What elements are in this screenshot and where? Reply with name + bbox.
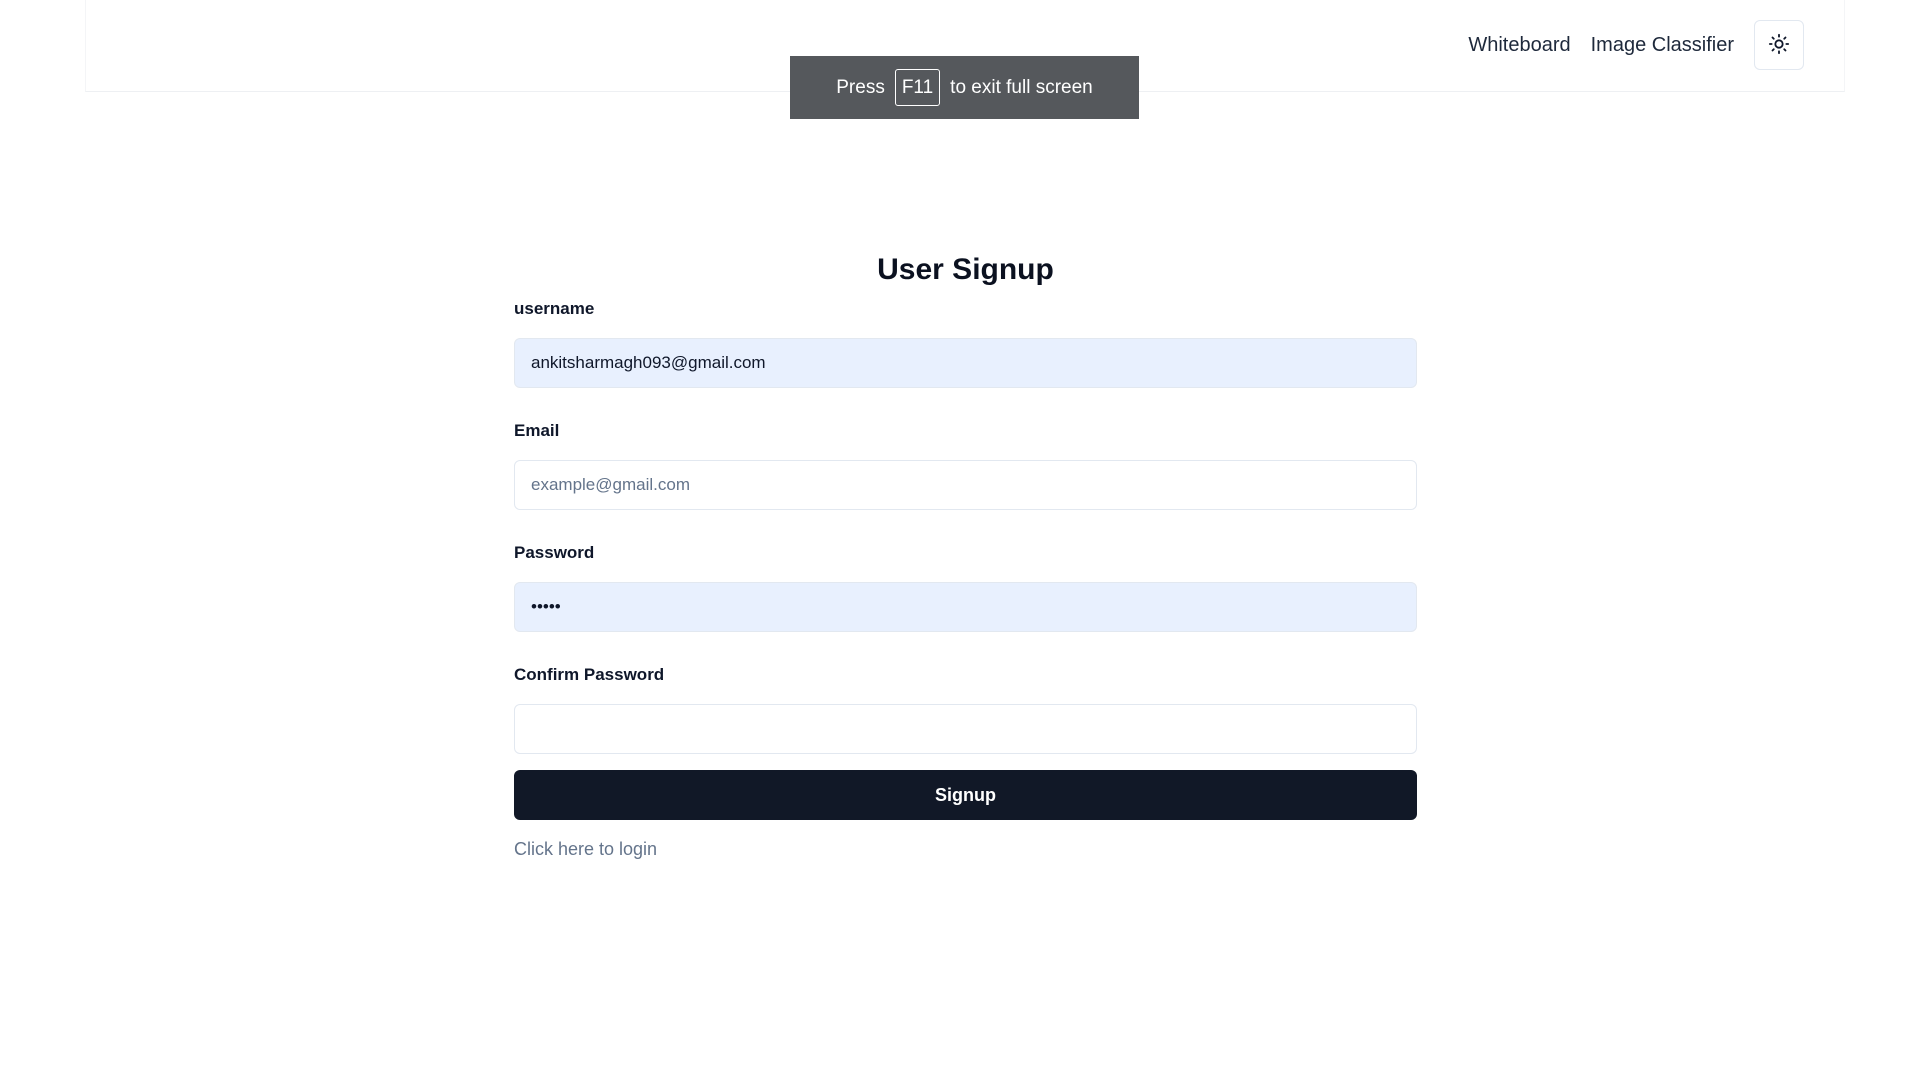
password-field[interactable] [514,582,1417,632]
password-group: Password [514,540,1417,632]
nav-links: Whiteboard Image Classifier [1468,20,1804,70]
login-link[interactable]: Click here to login [514,839,657,860]
username-label: username [514,299,595,318]
username-group: username [514,296,1417,388]
email-group: Email [514,418,1417,510]
nav-link-whiteboard[interactable]: Whiteboard [1468,34,1570,57]
email-label: Email [514,421,560,440]
email-field[interactable] [514,460,1417,510]
nav-link-image-classifier[interactable]: Image Classifier [1591,34,1734,57]
confirm-password-label: Confirm Password [514,665,665,684]
signup-form: User Signup username Email Password Conf… [514,248,1417,860]
sun-icon [1768,33,1790,58]
confirm-password-field[interactable] [514,704,1417,754]
theme-toggle-button[interactable] [1754,20,1804,70]
confirm-password-group: Confirm Password [514,662,1417,754]
username-field[interactable] [514,338,1417,388]
toast-key: F11 [894,69,941,106]
password-label: Password [514,543,595,562]
fullscreen-exit-toast: Press F11 to exit full screen [790,56,1139,119]
page-title: User Signup [877,253,1054,286]
signup-button[interactable]: Signup [514,770,1417,820]
toast-prefix: Press [836,76,885,98]
toast-suffix: to exit full screen [950,76,1093,98]
